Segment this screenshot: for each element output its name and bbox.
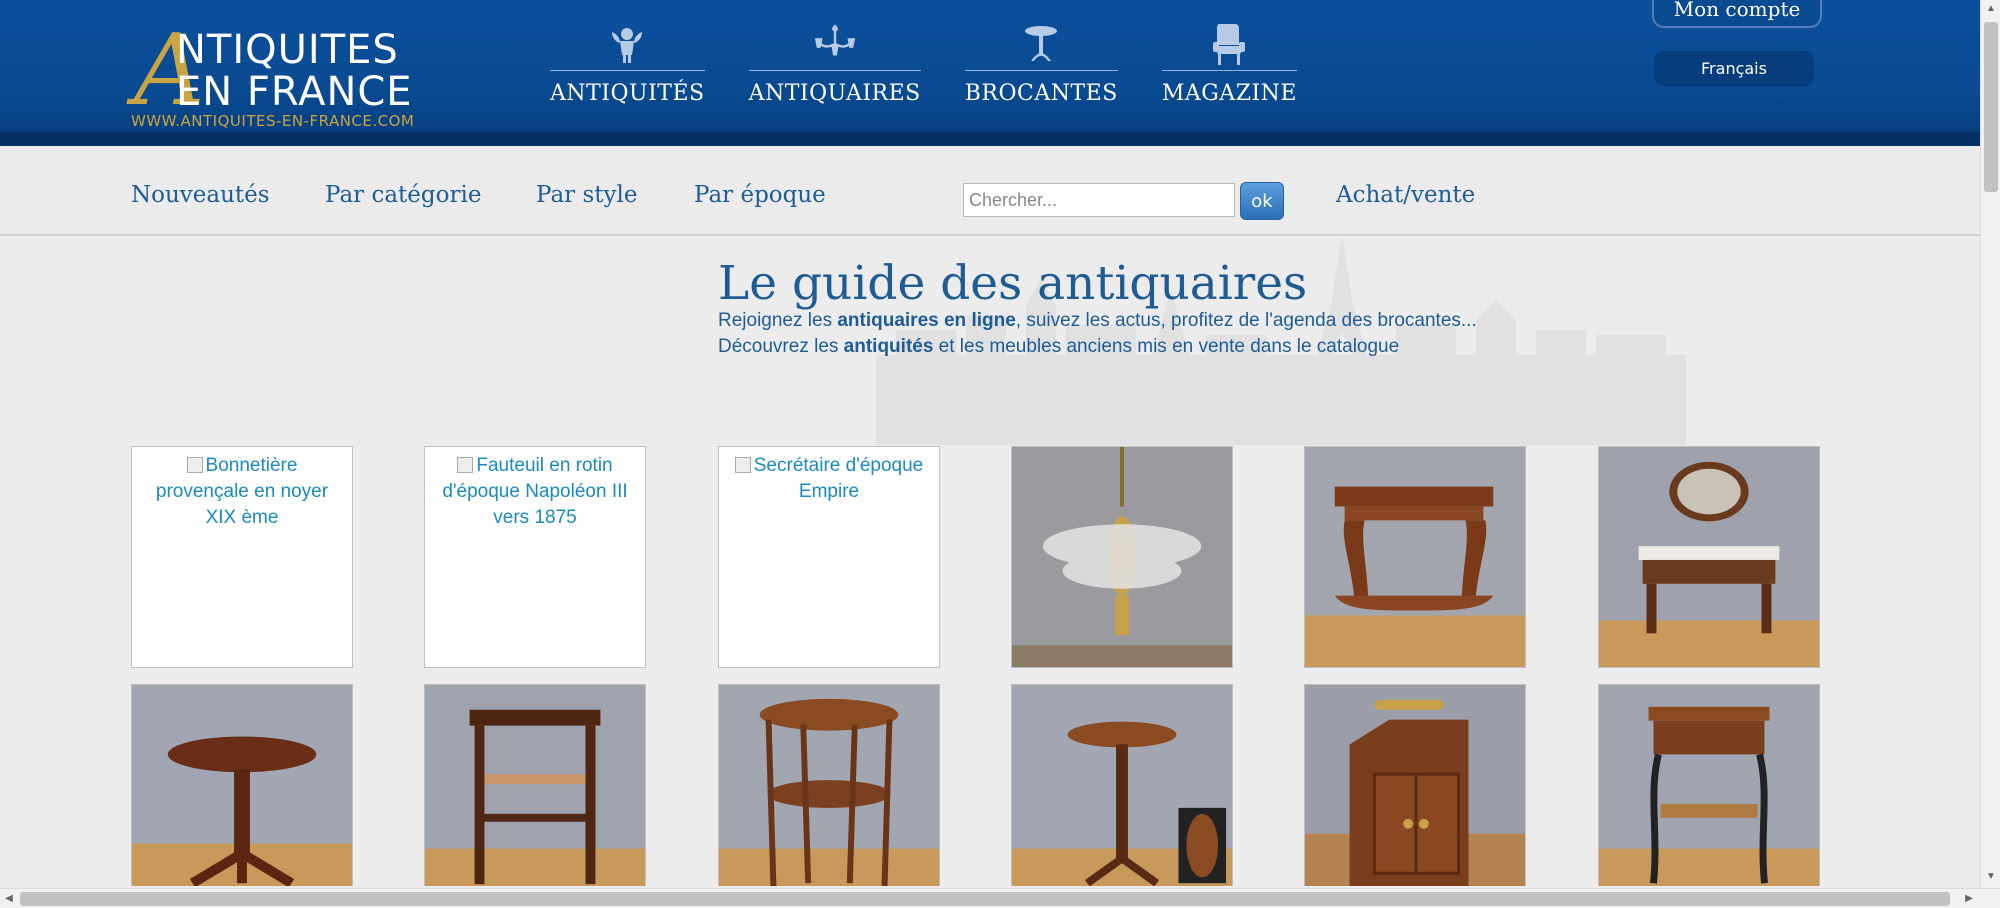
search-input[interactable] <box>963 183 1235 217</box>
scrollbar-thumb[interactable] <box>20 892 1950 906</box>
product-card[interactable] <box>424 684 646 886</box>
subnav-par-epoque[interactable]: Par époque <box>694 182 826 208</box>
coal-box-photo <box>1305 685 1525 886</box>
nav-item-antiquaires[interactable]: ANTIQUAIRES <box>748 22 921 106</box>
subnav-nouveautes[interactable]: Nouveautés <box>131 182 270 208</box>
scroll-down-icon[interactable]: ▼ <box>1981 868 2000 886</box>
side-table-photo <box>425 685 645 886</box>
page-title: Le guide des antiquaires <box>718 256 1308 311</box>
hero-link-antiquites[interactable]: antiquités <box>844 336 934 357</box>
broken-image-icon <box>734 457 751 473</box>
product-card[interactable] <box>1304 446 1526 668</box>
pedestal-table-photo <box>132 685 352 886</box>
nav-label: ANTIQUAIRES <box>748 81 921 106</box>
sub-nav: Nouveautés Par catégorie Par style Par é… <box>0 160 1980 236</box>
scroll-right-icon[interactable]: ▶ <box>1960 889 1978 908</box>
product-card[interactable]: Bonnetière provençale en noyer XIX ème <box>131 446 353 668</box>
scroll-up-icon[interactable]: ▲ <box>1981 0 2000 18</box>
chandelier-icon <box>813 22 857 66</box>
product-card[interactable] <box>1011 684 1233 886</box>
vanity-photo <box>1599 447 1819 667</box>
subnav-achat-vente[interactable]: Achat/vente <box>1336 182 1475 208</box>
hero-subtitle-2: Découvrez les antiquités et les meubles … <box>718 336 1400 357</box>
hero-subtitle-1: Rejoignez les antiquaires en ligne, suiv… <box>718 310 1477 331</box>
broken-image-icon <box>457 457 474 473</box>
language-selector[interactable]: Français <box>1654 51 1814 86</box>
nav-label: MAGAZINE <box>1161 81 1297 106</box>
horizontal-scrollbar[interactable]: ◀ ▶ <box>0 888 2000 908</box>
product-grid: Bonnetière provençale en noyer XIX ème F… <box>131 446 1821 886</box>
nav-item-magazine[interactable]: MAGAZINE <box>1161 22 1297 106</box>
image-alt-text: Bonnetière provençale en noyer XIX ème <box>155 455 329 528</box>
nav-label: BROCANTES <box>964 81 1118 106</box>
work-table-photo <box>1599 685 1819 886</box>
account-button[interactable]: Mon compte <box>1652 0 1822 28</box>
logo-line-1: NTIQUITES <box>176 27 399 73</box>
cherub-icon <box>605 22 649 66</box>
product-card[interactable]: Secrétaire d'époque Empire <box>718 446 940 668</box>
tea-table-photo <box>719 685 939 886</box>
product-card[interactable] <box>1598 684 1820 886</box>
product-card[interactable] <box>1598 446 1820 668</box>
nav-item-antiquites[interactable]: ANTIQUITÉS <box>550 22 705 106</box>
search-ok-button[interactable]: ok <box>1240 182 1284 220</box>
product-card[interactable] <box>718 684 940 886</box>
subnav-par-style[interactable]: Par style <box>536 182 637 208</box>
tilt-table-photo <box>1012 685 1232 886</box>
broken-image-icon <box>186 457 203 473</box>
main-nav: ANTIQUITÉS ANTIQUAIRES BROCANTES MAGAZIN… <box>550 22 1297 106</box>
logo-url: WWW.ANTIQUITES-EN-FRANCE.COM <box>131 112 415 130</box>
scroll-left-icon[interactable]: ◀ <box>0 889 18 908</box>
product-card[interactable] <box>1011 446 1233 668</box>
subnav-par-categorie[interactable]: Par catégorie <box>325 182 481 208</box>
nav-item-brocantes[interactable]: BROCANTES <box>964 22 1118 106</box>
image-alt-text: Secrétaire d'époque Empire <box>725 453 933 505</box>
product-card[interactable] <box>131 684 353 886</box>
console-photo <box>1305 447 1525 667</box>
image-alt-text: Fauteuil en rotin d'époque Napoléon III … <box>442 455 628 528</box>
site-logo[interactable]: A NTIQUITES EN FRANCE WWW.ANTIQUITES-EN-… <box>130 22 440 134</box>
vertical-scrollbar[interactable]: ▲ ▼ <box>1980 0 2000 888</box>
product-card[interactable]: Fauteuil en rotin d'époque Napoléon III … <box>424 446 646 668</box>
table-icon <box>1019 22 1063 66</box>
armchair-icon <box>1207 22 1251 66</box>
hero-link-antiquaires[interactable]: antiquaires en ligne <box>837 310 1015 331</box>
logo-line-2: EN FRANCE <box>176 69 413 115</box>
scrollbar-thumb[interactable] <box>1984 22 1998 192</box>
chandelier-photo <box>1012 447 1232 667</box>
product-card[interactable] <box>1304 684 1526 886</box>
nav-label: ANTIQUITÉS <box>550 81 705 106</box>
site-header: A NTIQUITES EN FRANCE WWW.ANTIQUITES-EN-… <box>0 0 1980 146</box>
